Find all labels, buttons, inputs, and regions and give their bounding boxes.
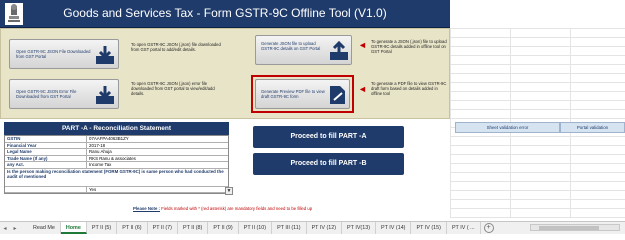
act-label: any Act.: [7, 162, 24, 167]
auditor-answer-select[interactable]: Yes: [86, 186, 228, 192]
download-icon: [96, 86, 114, 104]
auditor-answer-spacer: [5, 187, 86, 193]
download-icon: [96, 46, 114, 64]
tab-pt-iv-13[interactable]: PT IV(13): [342, 222, 377, 234]
sheet-validation-header: Sheet validation error: [455, 122, 560, 133]
tool-panel: Open GSTR-9C JSON File Downloaded from G…: [0, 28, 450, 119]
open-error-json-description: To open GSTR-9C JSON (.json) error file …: [131, 81, 215, 96]
tab-pt-iv-15[interactable]: PT IV (15): [411, 222, 447, 234]
tab-pt-ii-10[interactable]: PT II (10): [239, 222, 273, 234]
chevron-right-icon[interactable]: ▸: [10, 225, 20, 232]
trade-name-label: Trade Name (If any): [7, 155, 48, 161]
tab-pt-ii-9[interactable]: PT II (9): [208, 222, 239, 234]
upload-icon: [330, 40, 348, 60]
title-bar: Goods and Services Tax - Form GSTR-9C Of…: [0, 0, 450, 28]
financial-year-label: Financial Year: [7, 142, 37, 148]
tab-pt-ii-5[interactable]: PT II (5): [87, 222, 118, 234]
act-field[interactable]: Income Tax: [86, 162, 228, 168]
table-row: Is the person making reconciliation stat…: [5, 169, 228, 187]
spreadsheet-area: Goods and Services Tax - Form GSTR-9C Of…: [0, 0, 625, 221]
table-row: Yes: [5, 186, 228, 193]
note-text: Fields marked with * (red asterisk) are …: [161, 206, 313, 211]
trade-name-field[interactable]: RKS Ranu & associates: [86, 155, 228, 161]
generate-json-button[interactable]: Generate JSON file to upload GSTR-9C det…: [255, 35, 352, 65]
open-error-json-label: Open GSTR-9C JSON Error File Downloaded …: [16, 89, 77, 99]
chevron-left-icon[interactable]: ◂: [0, 225, 10, 232]
tab-pt-iii-11[interactable]: PT III (11): [272, 222, 307, 234]
generate-pdf-label: Generate Preview PDF file to view draft …: [261, 89, 325, 99]
chevron-down-icon[interactable]: ▼: [225, 187, 233, 195]
tab-pt-ii-8[interactable]: PT II (8): [178, 222, 209, 234]
gstin-label: GSTIN: [7, 136, 21, 141]
page-title: Goods and Services Tax - Form GSTR-9C Of…: [63, 6, 387, 20]
financial-year-field[interactable]: 2017-18: [86, 142, 228, 148]
generate-json-label: Generate JSON file to upload GSTR-9C det…: [261, 41, 321, 51]
mandatory-note: Please Note : Fields marked with * (red …: [133, 206, 312, 211]
part-a-table: GSTIN 07AAFPA4063B1ZY Financial Year 201…: [4, 135, 229, 194]
part-a-heading: PART -A - Reconciliation Statement: [4, 122, 229, 135]
legal-name-label: Legal Name: [7, 149, 32, 154]
add-sheet-icon[interactable]: +: [483, 223, 494, 233]
tab-read-me[interactable]: Read Me: [28, 222, 61, 234]
generate-pdf-description: To generate a PDF file to view GSTR-9C d…: [371, 81, 447, 96]
scrollbar-thumb[interactable]: [539, 226, 599, 230]
open-json-label: Open GSTR-9C JSON File Downloaded from G…: [16, 49, 91, 59]
generate-json-description: To generate a JSON (.json) file to uploa…: [371, 39, 447, 54]
pdf-icon: [330, 86, 345, 104]
arrow-left-icon: ◄: [358, 84, 367, 94]
horizontal-scrollbar[interactable]: [530, 224, 620, 231]
tab-pt-iv-more[interactable]: PT IV ( ...: [447, 222, 481, 234]
note-label: Please Note :: [133, 206, 160, 211]
open-error-json-button[interactable]: Open GSTR-9C JSON Error File Downloaded …: [9, 79, 119, 109]
tab-pt-ii-7[interactable]: PT II (7): [148, 222, 178, 234]
proceed-part-b-button[interactable]: Proceed to fill PART -B: [253, 153, 404, 175]
proceed-part-a-button[interactable]: Proceed to fill PART -A: [253, 126, 404, 148]
tab-pt-ii-6[interactable]: PT II (6): [117, 222, 148, 234]
open-json-button[interactable]: Open GSTR-9C JSON File Downloaded from G…: [9, 39, 119, 69]
gstin-field[interactable]: 07AAFPA4063B1ZY: [86, 136, 228, 142]
auditor-question-label: Is the person making reconciliation stat…: [7, 168, 224, 179]
tab-home[interactable]: Home: [60, 222, 87, 234]
generate-pdf-button[interactable]: Generate Preview PDF file to view draft …: [255, 79, 350, 109]
portal-validation-header: Portal validation: [560, 122, 625, 133]
arrow-left-icon: ◄: [358, 40, 367, 50]
tab-pt-iv-12[interactable]: PT IV (12): [307, 222, 343, 234]
legal-name-field[interactable]: Ranu Ahuja: [86, 149, 228, 155]
open-json-description: To open GSTR-9C JSON (.json) file downlo…: [131, 42, 221, 52]
tab-pt-iv-14[interactable]: PT IV (14): [376, 222, 412, 234]
